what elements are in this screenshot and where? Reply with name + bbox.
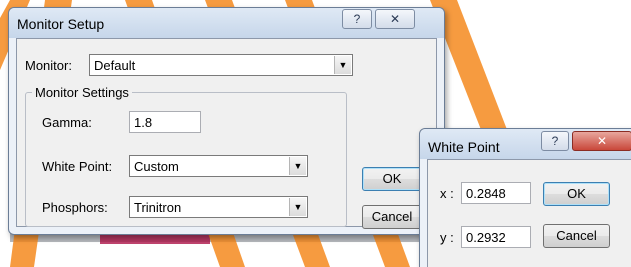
cancel-button[interactable]: Cancel xyxy=(362,205,422,229)
white-point-dialog: White Point ? ✕ x : OK y : Cancel xyxy=(419,128,631,267)
gamma-input[interactable] xyxy=(129,111,201,133)
monitor-setup-titlebar[interactable]: Monitor Setup ? ✕ xyxy=(9,8,444,38)
white-point-titlebar[interactable]: White Point ? ✕ xyxy=(420,129,631,159)
help-icon: ? xyxy=(353,12,361,26)
phosphors-select-value: Trinitron xyxy=(134,200,182,215)
group-title: Monitor Settings xyxy=(32,85,132,100)
white-point-select[interactable]: Custom ▼ xyxy=(129,155,308,177)
phosphors-select[interactable]: Trinitron ▼ xyxy=(129,196,308,218)
white-point-client-area: x : OK y : Cancel xyxy=(427,159,631,267)
white-point-select-value: Custom xyxy=(134,159,179,174)
chevron-down-icon[interactable]: ▼ xyxy=(334,56,351,74)
monitor-setup-dialog: Monitor Setup ? ✕ Monitor: Default ▼ Mon… xyxy=(8,7,445,235)
close-icon: ✕ xyxy=(389,12,401,26)
help-icon: ? xyxy=(551,134,559,148)
monitor-setup-client-area: Monitor: Default ▼ Monitor Settings Gamm… xyxy=(16,38,437,229)
monitor-select-value: Default xyxy=(94,58,136,73)
help-button[interactable]: ? xyxy=(342,9,372,29)
x-label: x : xyxy=(440,186,454,201)
ok-button[interactable]: OK xyxy=(543,182,610,206)
help-button[interactable]: ? xyxy=(541,131,569,151)
dialog-title: Monitor Setup xyxy=(17,16,105,32)
y-label: y : xyxy=(440,230,454,245)
chevron-down-icon[interactable]: ▼ xyxy=(289,157,306,175)
close-icon: ✕ xyxy=(596,134,608,148)
monitor-select[interactable]: Default ▼ xyxy=(89,54,353,76)
cancel-button[interactable]: Cancel xyxy=(543,224,610,248)
dialog-title: White Point xyxy=(428,139,500,155)
x-input[interactable] xyxy=(461,182,531,204)
screenshot-stage: Monitor Setup ? ✕ Monitor: Default ▼ Mon… xyxy=(0,0,631,267)
close-button[interactable]: ✕ xyxy=(572,131,631,151)
close-button[interactable]: ✕ xyxy=(375,9,415,29)
monitor-label: Monitor: xyxy=(25,58,72,73)
y-input[interactable] xyxy=(461,226,531,248)
ok-button[interactable]: OK xyxy=(362,167,422,191)
monitor-settings-group: Monitor Settings Gamma: White Point: Cus… xyxy=(25,85,347,227)
phosphors-label: Phosphors: xyxy=(42,200,108,215)
gamma-label: Gamma: xyxy=(42,115,92,130)
chevron-down-icon[interactable]: ▼ xyxy=(289,198,306,216)
white-point-label: White Point: xyxy=(42,159,113,174)
